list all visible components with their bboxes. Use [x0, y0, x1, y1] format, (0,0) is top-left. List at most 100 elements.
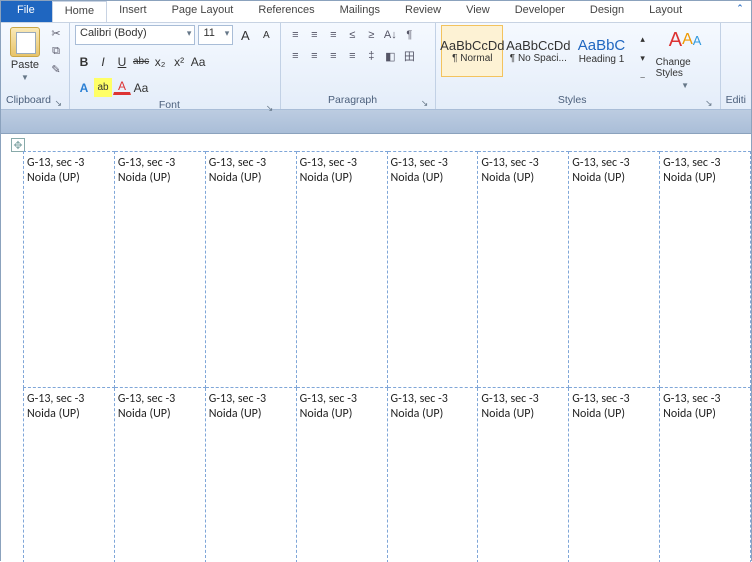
- table-move-handle-icon[interactable]: ✥: [11, 138, 25, 152]
- cut-icon[interactable]: ✂: [48, 25, 64, 41]
- label-cell[interactable]: G-13, sec -3Noida (UP): [205, 388, 296, 562]
- clipboard-icon: [10, 27, 40, 57]
- style-heading1[interactable]: AaBbC Heading 1: [573, 25, 629, 77]
- justify-button[interactable]: ≡: [343, 49, 361, 63]
- tab-review[interactable]: Review: [393, 1, 454, 22]
- tab-file[interactable]: File: [1, 1, 52, 22]
- italic-button[interactable]: I: [94, 52, 112, 71]
- label-cell[interactable]: G-13, sec -3Noida (UP): [478, 152, 569, 388]
- tab-page-layout[interactable]: Page Layout: [160, 1, 247, 22]
- tab-references[interactable]: References: [246, 1, 327, 22]
- group-label-font: Font: [75, 97, 264, 114]
- change-styles-button[interactable]: AAA Change Styles ▼: [656, 25, 715, 92]
- sort-button[interactable]: A↓: [381, 28, 399, 42]
- document-area[interactable]: ✥ G-13, sec -3Noida (UP)G-13, sec -3Noid…: [1, 134, 751, 562]
- label-cell[interactable]: G-13, sec -3Noida (UP): [387, 152, 478, 388]
- font-color-button[interactable]: A: [113, 78, 131, 95]
- table-row: G-13, sec -3Noida (UP)G-13, sec -3Noida …: [24, 388, 751, 562]
- change-styles-label: Change Styles: [656, 57, 715, 79]
- align-right-button[interactable]: ≡: [324, 49, 342, 63]
- tab-home[interactable]: Home: [52, 1, 107, 22]
- tab-developer[interactable]: Developer: [503, 1, 578, 22]
- styles-expand-icon[interactable]: ⎯: [634, 68, 652, 87]
- group-label-styles: Styles: [441, 92, 703, 109]
- label-cell[interactable]: G-13, sec -3Noida (UP): [296, 152, 387, 388]
- text-effects-button[interactable]: A: [75, 78, 93, 97]
- show-marks-button[interactable]: ¶: [400, 28, 418, 42]
- underline-button[interactable]: U: [113, 52, 131, 71]
- group-editing: Editi: [721, 23, 751, 109]
- tab-view[interactable]: View: [454, 1, 503, 22]
- tab-layout[interactable]: Layout: [637, 1, 695, 22]
- label-cell[interactable]: G-13, sec -3Noida (UP): [114, 388, 205, 562]
- label-cell[interactable]: G-13, sec -3Noida (UP): [296, 388, 387, 562]
- styles-scroll-up-icon[interactable]: ▴: [634, 30, 652, 49]
- paste-button[interactable]: Paste ▼: [6, 25, 44, 92]
- group-font: Calibri (Body) 11 A A B I U abc x₂ x² Aa…: [70, 23, 281, 109]
- style-preview: AaBbC: [578, 37, 626, 54]
- multilevel-button[interactable]: ≡: [324, 28, 342, 42]
- group-paragraph: ≡ ≡ ≡ ≤ ≥ A↓ ¶ ≡ ≡ ≡ ≡ ‡ ◧ 田 Paragraph↘: [281, 23, 436, 109]
- group-styles: AaBbCcDd ¶ Normal AaBbCcDd ¶ No Spaci...…: [436, 23, 720, 109]
- label-cell[interactable]: G-13, sec -3Noida (UP): [569, 388, 660, 562]
- label-cell[interactable]: G-13, sec -3Noida (UP): [478, 388, 569, 562]
- change-case-button[interactable]: Aa: [189, 52, 207, 71]
- ribbon-tabs: File Home Insert Page Layout References …: [1, 1, 751, 23]
- label-cell[interactable]: G-13, sec -3Noida (UP): [114, 152, 205, 388]
- bold-button[interactable]: B: [75, 52, 93, 71]
- label-cell[interactable]: G-13, sec -3Noida (UP): [387, 388, 478, 562]
- copy-icon[interactable]: ⧉: [48, 43, 64, 59]
- shrink-font-icon[interactable]: A: [257, 26, 275, 45]
- change-styles-icon: AAA: [669, 25, 702, 55]
- align-center-button[interactable]: ≡: [305, 49, 323, 63]
- style-name: ¶ Normal: [452, 53, 492, 64]
- label-cell[interactable]: G-13, sec -3Noida (UP): [205, 152, 296, 388]
- line-spacing-button[interactable]: ‡: [362, 49, 380, 63]
- label-cell[interactable]: G-13, sec -3Noida (UP): [569, 152, 660, 388]
- style-no-spacing[interactable]: AaBbCcDd ¶ No Spaci...: [507, 25, 569, 77]
- styles-scroll-down-icon[interactable]: ▾: [634, 49, 652, 68]
- style-name: Heading 1: [579, 54, 625, 65]
- highlight-button[interactable]: ab: [94, 78, 112, 97]
- shading-button[interactable]: ◧: [381, 49, 399, 63]
- decrease-indent-button[interactable]: ≤: [343, 28, 361, 42]
- format-painter-icon[interactable]: ✎: [48, 61, 64, 77]
- ribbon: Paste ▼ ✂ ⧉ ✎ Clipboard↘ Calibri (Body) …: [1, 23, 751, 110]
- clear-formatting-button[interactable]: Aa: [132, 78, 150, 97]
- numbering-button[interactable]: ≡: [305, 28, 323, 42]
- label-cell[interactable]: G-13, sec -3Noida (UP): [24, 388, 115, 562]
- style-preview: AaBbCcDd: [440, 38, 504, 53]
- subscript-button[interactable]: x₂: [151, 52, 169, 71]
- borders-button[interactable]: 田: [400, 49, 418, 63]
- group-label-paragraph: Paragraph: [286, 92, 418, 109]
- group-label-clipboard: Clipboard: [6, 92, 51, 109]
- paste-label: Paste: [11, 59, 39, 71]
- bullets-button[interactable]: ≡: [286, 28, 304, 42]
- grow-font-icon[interactable]: A: [236, 26, 254, 45]
- table-row: G-13, sec -3Noida (UP)G-13, sec -3Noida …: [24, 152, 751, 388]
- increase-indent-button[interactable]: ≥: [362, 28, 380, 42]
- chevron-down-icon: ▼: [21, 73, 29, 82]
- font-size-select[interactable]: 11: [198, 25, 233, 45]
- align-left-button[interactable]: ≡: [286, 49, 304, 63]
- font-name-select[interactable]: Calibri (Body): [75, 25, 195, 45]
- label-cell[interactable]: G-13, sec -3Noida (UP): [660, 152, 751, 388]
- tab-mailings[interactable]: Mailings: [328, 1, 393, 22]
- group-label-editing: Editi: [726, 92, 746, 109]
- clipboard-launcher-icon[interactable]: ↘: [52, 98, 64, 109]
- font-launcher-icon[interactable]: ↘: [264, 103, 276, 114]
- style-normal[interactable]: AaBbCcDd ¶ Normal: [441, 25, 503, 77]
- style-preview: AaBbCcDd: [506, 38, 570, 53]
- tab-design[interactable]: Design: [578, 1, 637, 22]
- styles-launcher-icon[interactable]: ↘: [703, 98, 715, 109]
- chevron-down-icon: ▼: [681, 81, 689, 90]
- paragraph-launcher-icon[interactable]: ↘: [419, 98, 431, 109]
- label-cell[interactable]: G-13, sec -3Noida (UP): [660, 388, 751, 562]
- superscript-button[interactable]: x²: [170, 52, 188, 71]
- style-name: ¶ No Spaci...: [510, 53, 567, 64]
- labels-table[interactable]: G-13, sec -3Noida (UP)G-13, sec -3Noida …: [23, 151, 751, 562]
- tab-insert[interactable]: Insert: [107, 1, 160, 22]
- minimize-ribbon-icon[interactable]: ˆ: [726, 1, 751, 22]
- label-cell[interactable]: G-13, sec -3Noida (UP): [24, 152, 115, 388]
- strikethrough-button[interactable]: abc: [132, 52, 150, 71]
